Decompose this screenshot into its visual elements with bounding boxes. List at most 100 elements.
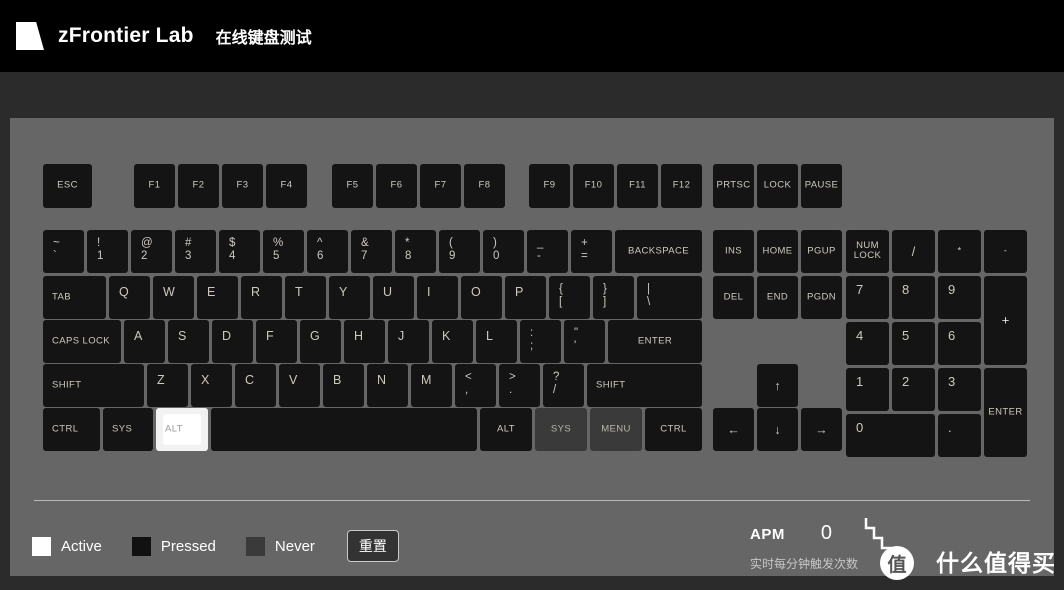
key-num-lock[interactable]: NUM LOCK bbox=[846, 230, 889, 273]
key-sys[interactable]: SYS bbox=[535, 408, 587, 451]
key-u[interactable]: U bbox=[373, 276, 414, 319]
key-a[interactable]: A bbox=[124, 320, 165, 363]
key-r[interactable]: R bbox=[241, 276, 282, 319]
key-f1[interactable]: F1 bbox=[134, 164, 175, 208]
key-pause[interactable]: PAUSE bbox=[801, 164, 842, 208]
key-esc[interactable]: ESC bbox=[43, 164, 92, 208]
key-f6[interactable]: F6 bbox=[376, 164, 417, 208]
key-9[interactable]: 9 bbox=[938, 276, 981, 319]
key-blank[interactable]: - bbox=[984, 230, 1027, 273]
key-d[interactable]: D bbox=[212, 320, 253, 363]
key-enter[interactable]: ENTER bbox=[984, 368, 1027, 457]
key-8[interactable]: * 8 bbox=[395, 230, 436, 273]
key-f11[interactable]: F11 bbox=[617, 164, 658, 208]
key-g[interactable]: G bbox=[300, 320, 341, 363]
key-alt[interactable]: ALT bbox=[156, 408, 208, 451]
key-alt[interactable]: ALT bbox=[480, 408, 532, 451]
key-z[interactable]: Z bbox=[147, 364, 188, 407]
key-5[interactable]: 5 bbox=[892, 322, 935, 365]
key-blank[interactable]: : ; bbox=[520, 320, 561, 363]
key-f4[interactable]: F4 bbox=[266, 164, 307, 208]
key-shift[interactable]: SHIFT bbox=[43, 364, 144, 407]
key-blank[interactable]: . bbox=[938, 414, 981, 457]
key-s[interactable]: S bbox=[168, 320, 209, 363]
key-enter[interactable]: ENTER bbox=[608, 320, 702, 363]
key-7[interactable]: & 7 bbox=[351, 230, 392, 273]
key-1[interactable]: 1 bbox=[846, 368, 889, 411]
key-3[interactable]: # 3 bbox=[175, 230, 216, 273]
key-f12[interactable]: F12 bbox=[661, 164, 702, 208]
key-backspace[interactable]: BACKSPACE bbox=[615, 230, 702, 273]
key-blank[interactable]: ? / bbox=[543, 364, 584, 407]
key-pgdn[interactable]: PGDN bbox=[801, 276, 842, 319]
key-f3[interactable]: F3 bbox=[222, 164, 263, 208]
key-v[interactable]: V bbox=[279, 364, 320, 407]
key-ctrl[interactable]: CTRL bbox=[43, 408, 100, 451]
key-t[interactable]: T bbox=[285, 276, 326, 319]
key-e[interactable]: E bbox=[197, 276, 238, 319]
key-space[interactable] bbox=[211, 408, 477, 451]
key-shift[interactable]: SHIFT bbox=[587, 364, 702, 407]
key-n[interactable]: N bbox=[367, 364, 408, 407]
key-f9[interactable]: F9 bbox=[529, 164, 570, 208]
key-h[interactable]: H bbox=[344, 320, 385, 363]
key-2[interactable]: 2 bbox=[892, 368, 935, 411]
key-f5[interactable]: F5 bbox=[332, 164, 373, 208]
key-lock[interactable]: LOCK bbox=[757, 164, 798, 208]
key-del[interactable]: DEL bbox=[713, 276, 754, 319]
key-blank[interactable]: _ - bbox=[527, 230, 568, 273]
key-l[interactable]: L bbox=[476, 320, 517, 363]
key-o[interactable]: O bbox=[461, 276, 502, 319]
key-f7[interactable]: F7 bbox=[420, 164, 461, 208]
key-0[interactable]: 0 bbox=[846, 414, 935, 457]
key-blank[interactable]: | \ bbox=[637, 276, 702, 319]
key-3[interactable]: 3 bbox=[938, 368, 981, 411]
key-4[interactable]: $ 4 bbox=[219, 230, 260, 273]
key-prtsc[interactable]: PRTSC bbox=[713, 164, 754, 208]
key-←[interactable]: ← bbox=[713, 408, 754, 451]
key-m[interactable]: M bbox=[411, 364, 452, 407]
key-ctrl[interactable]: CTRL bbox=[645, 408, 702, 451]
key-1[interactable]: ! 1 bbox=[87, 230, 128, 273]
key-menu[interactable]: MENU bbox=[590, 408, 642, 451]
key-end[interactable]: END bbox=[757, 276, 798, 319]
key-b[interactable]: B bbox=[323, 364, 364, 407]
key-k[interactable]: K bbox=[432, 320, 473, 363]
key-j[interactable]: J bbox=[388, 320, 429, 363]
key-9[interactable]: ( 9 bbox=[439, 230, 480, 273]
key-blank[interactable]: } ] bbox=[593, 276, 634, 319]
key-5[interactable]: % 5 bbox=[263, 230, 304, 273]
key-home[interactable]: HOME bbox=[757, 230, 798, 273]
key-↓[interactable]: ↓ bbox=[757, 408, 798, 451]
reset-button[interactable]: 重置 bbox=[346, 530, 399, 562]
key-blank[interactable]: / bbox=[892, 230, 935, 273]
key-caps-lock[interactable]: CAPS LOCK bbox=[43, 320, 121, 363]
key-f10[interactable]: F10 bbox=[573, 164, 614, 208]
key-blank[interactable]: < , bbox=[455, 364, 496, 407]
key-blank[interactable]: * bbox=[938, 230, 981, 273]
key-0[interactable]: ) 0 bbox=[483, 230, 524, 273]
key-f2[interactable]: F2 bbox=[178, 164, 219, 208]
key-blank[interactable]: + bbox=[984, 276, 1027, 365]
key-q[interactable]: Q bbox=[109, 276, 150, 319]
key-blank[interactable]: ~ ` bbox=[43, 230, 84, 273]
key-blank[interactable]: { [ bbox=[549, 276, 590, 319]
key-f8[interactable]: F8 bbox=[464, 164, 505, 208]
key-p[interactable]: P bbox=[505, 276, 546, 319]
key-4[interactable]: 4 bbox=[846, 322, 889, 365]
key-x[interactable]: X bbox=[191, 364, 232, 407]
key-6[interactable]: 6 bbox=[938, 322, 981, 365]
key-c[interactable]: C bbox=[235, 364, 276, 407]
key-tab[interactable]: TAB bbox=[43, 276, 106, 319]
key-blank[interactable]: + = bbox=[571, 230, 612, 273]
key-ins[interactable]: INS bbox=[713, 230, 754, 273]
key-f[interactable]: F bbox=[256, 320, 297, 363]
key-6[interactable]: ^ 6 bbox=[307, 230, 348, 273]
key-sys[interactable]: SYS bbox=[103, 408, 153, 451]
key-pgup[interactable]: PGUP bbox=[801, 230, 842, 273]
key-→[interactable]: → bbox=[801, 408, 842, 451]
key-w[interactable]: W bbox=[153, 276, 194, 319]
key-i[interactable]: I bbox=[417, 276, 458, 319]
key-2[interactable]: @ 2 bbox=[131, 230, 172, 273]
key-y[interactable]: Y bbox=[329, 276, 370, 319]
